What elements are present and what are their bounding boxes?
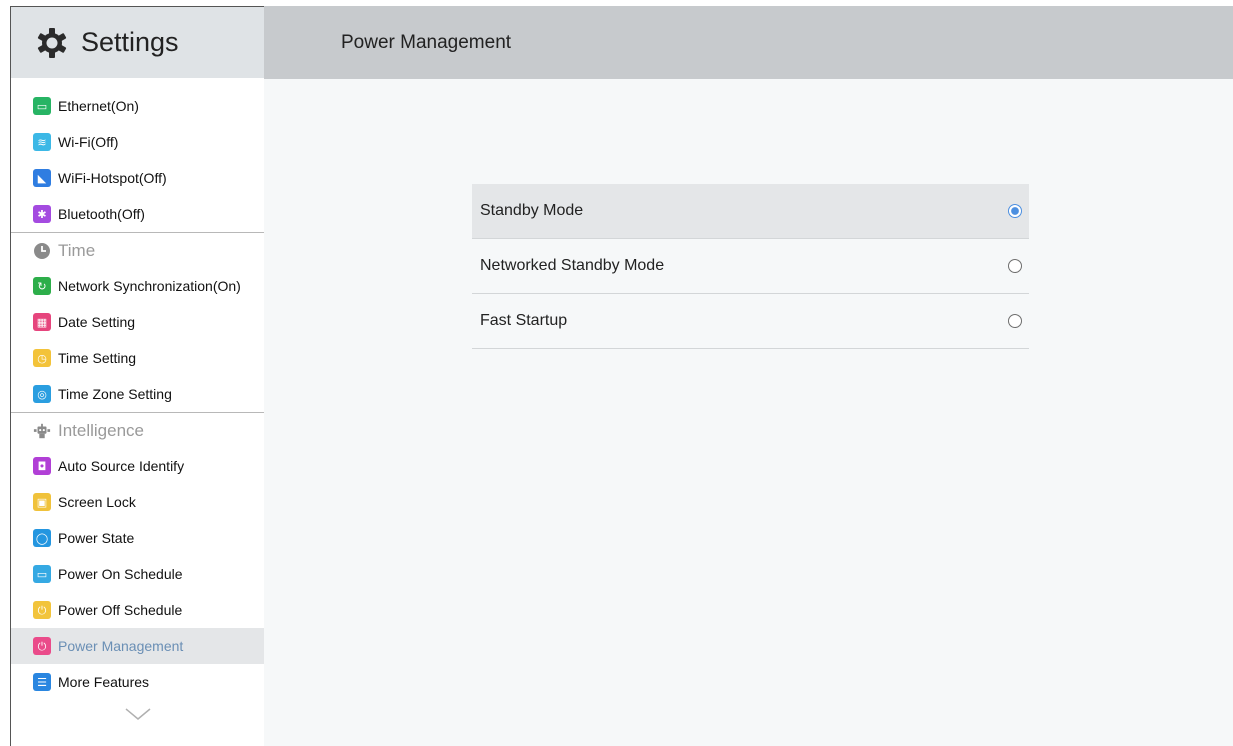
page-title: Power Management (341, 31, 512, 53)
sidebar-item-bluetooth[interactable]: ✱ Bluetooth(Off) (11, 196, 264, 232)
bluetooth-icon: ✱ (33, 205, 51, 223)
power-off-schedule-icon: ⏻ (33, 601, 51, 619)
power-mode-options: Standby Mode Networked Standby Mode Fast… (472, 184, 1029, 349)
sidebar-item-power-off-schedule[interactable]: ⏻ Power Off Schedule (11, 592, 264, 628)
page-header: Power Management (264, 6, 1233, 79)
sidebar-item-label: Power Off Schedule (58, 602, 183, 618)
ethernet-icon: ▭ (33, 97, 51, 115)
section-intelligence-label: Intelligence (58, 420, 145, 440)
sidebar-item-label: Screen Lock (58, 494, 136, 510)
sidebar-item-label: Date Setting (58, 314, 136, 330)
option-fast-startup[interactable]: Fast Startup (472, 294, 1029, 349)
gear-icon (35, 26, 69, 60)
section-time: Time (11, 232, 264, 268)
sidebar-item-auto-source[interactable]: ◘ Auto Source Identify (11, 448, 264, 484)
clock-icon (33, 242, 51, 260)
section-intelligence: Intelligence (11, 412, 264, 448)
sidebar-header: Settings (11, 7, 264, 78)
sidebar-item-label: WiFi-Hotspot(Off) (58, 170, 167, 186)
main-content: Standby Mode Networked Standby Mode Fast… (264, 79, 1233, 746)
sidebar-top-spacer (11, 78, 264, 88)
sidebar-list: ▭ Ethernet(On) ≋ Wi-Fi(Off) ◣ WiFi-Hotsp… (11, 78, 264, 728)
option-standby-mode[interactable]: Standby Mode (472, 184, 1029, 239)
sidebar-item-power-on-schedule[interactable]: ▭ Power On Schedule (11, 556, 264, 592)
power-management-icon: ⏻ (33, 637, 51, 655)
section-time-label: Time (58, 240, 96, 260)
more-features-icon: ☰ (33, 673, 51, 691)
sidebar-item-label: Ethernet(On) (58, 98, 139, 114)
power-on-schedule-icon: ▭ (33, 565, 51, 583)
sync-icon: ↻ (33, 277, 51, 295)
lock-icon: ▣ (33, 493, 51, 511)
sidebar-item-date-setting[interactable]: ▦ Date Setting (11, 304, 264, 340)
radio-networked-standby-mode[interactable] (1008, 259, 1022, 273)
sidebar-item-network-sync[interactable]: ↻ Network Synchronization(On) (11, 268, 264, 304)
sidebar-item-wifi[interactable]: ≋ Wi-Fi(Off) (11, 124, 264, 160)
sidebar-item-wifi-hotspot[interactable]: ◣ WiFi-Hotspot(Off) (11, 160, 264, 196)
hotspot-icon: ◣ (33, 169, 51, 187)
sidebar-item-label: Auto Source Identify (58, 458, 185, 474)
wifi-icon: ≋ (33, 133, 51, 151)
sidebar-item-label: Network Synchronization(On) (58, 278, 241, 294)
settings-window: Settings ▭ Ethernet(On) ≋ Wi-Fi(Off) ◣ W… (10, 6, 1233, 746)
option-label: Networked Standby Mode (480, 257, 665, 274)
source-identify-icon: ◘ (33, 457, 51, 475)
timezone-icon: ◎ (33, 385, 51, 403)
calendar-icon: ▦ (33, 313, 51, 331)
radio-standby-mode[interactable] (1008, 204, 1022, 218)
sidebar-item-label: Power State (58, 530, 135, 546)
sidebar-item-label: More Features (58, 674, 150, 690)
sidebar-item-label: Power Management (58, 638, 184, 654)
option-label: Standby Mode (480, 202, 584, 219)
sidebar-item-label: Bluetooth(Off) (58, 206, 145, 222)
sidebar-item-power-state[interactable]: ◯ Power State (11, 520, 264, 556)
sidebar-item-label: Wi-Fi(Off) (58, 134, 119, 150)
option-label: Fast Startup (480, 312, 568, 329)
clock-icon: ◷ (33, 349, 51, 367)
sidebar-item-power-management[interactable]: ⏻ Power Management (11, 628, 264, 664)
option-networked-standby-mode[interactable]: Networked Standby Mode (472, 239, 1029, 294)
power-state-icon: ◯ (33, 529, 51, 547)
sidebar-item-time-setting[interactable]: ◷ Time Setting (11, 340, 264, 376)
sidebar-item-time-zone[interactable]: ◎ Time Zone Setting (11, 376, 264, 412)
sidebar-item-ethernet[interactable]: ▭ Ethernet(On) (11, 88, 264, 124)
robot-icon (33, 422, 51, 440)
sidebar-item-screen-lock[interactable]: ▣ Screen Lock (11, 484, 264, 520)
radio-fast-startup[interactable] (1008, 314, 1022, 328)
sidebar-item-more-features[interactable]: ☰ More Features (11, 664, 264, 700)
scroll-down-chevron-icon[interactable] (11, 700, 264, 728)
sidebar-item-label: Time Setting (58, 350, 137, 366)
sidebar-item-label: Power On Schedule (58, 566, 183, 582)
sidebar-item-label: Time Zone Setting (58, 386, 172, 402)
sidebar-title: Settings (81, 27, 179, 57)
sidebar: Settings ▭ Ethernet(On) ≋ Wi-Fi(Off) ◣ W… (10, 6, 264, 746)
